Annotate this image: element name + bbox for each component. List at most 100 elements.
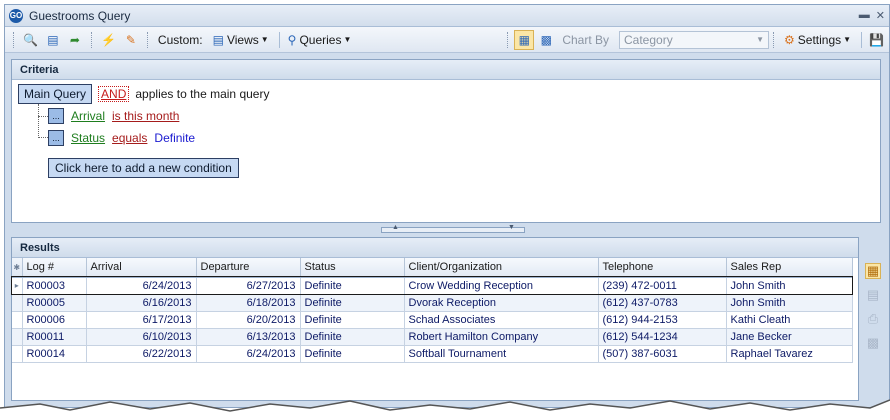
cell-log[interactable]: R00006 <box>22 311 87 329</box>
export-grid-icon[interactable]: ▩ <box>865 335 881 351</box>
column-header[interactable]: Client/Organization <box>404 258 599 278</box>
condition-menu-button[interactable]: ... <box>48 108 64 124</box>
cell-telephone[interactable]: (239) 472-0011 <box>598 277 727 295</box>
cell-telephone[interactable]: (612) 544-1234 <box>598 328 727 346</box>
column-header[interactable]: Status <box>300 258 405 278</box>
condition-value-link[interactable]: Definite <box>154 131 195 145</box>
cell-sales-rep[interactable]: John Smith <box>726 294 853 312</box>
print-preview-icon[interactable]: 🔍 <box>20 30 41 50</box>
cell-status[interactable]: Definite <box>300 345 405 363</box>
row-selector[interactable] <box>12 294 23 312</box>
window-title: Guestrooms Query <box>29 8 131 23</box>
collapse-up-icon[interactable]: ▲ <box>392 224 399 231</box>
and-operator-link[interactable]: AND <box>98 86 130 102</box>
panel-splitter[interactable]: ▲ ▼ <box>381 224 525 233</box>
title-bar: GO Guestrooms Query ▬ ✕ <box>5 5 889 27</box>
table-row[interactable]: R00011 6/10/2013 6/13/2013 Definite Robe… <box>12 328 853 346</box>
main-query-button[interactable]: Main Query <box>18 84 93 104</box>
cell-departure[interactable]: 6/27/2013 <box>196 277 301 295</box>
lightning-icon[interactable]: ⚡ <box>98 30 119 50</box>
cell-client[interactable]: Crow Wedding Reception <box>404 277 599 295</box>
table-row[interactable]: ▸ R00003 6/24/2013 6/27/2013 Definite Cr… <box>11 276 853 295</box>
table-row[interactable]: R00006 6/17/2013 6/20/2013 Definite Scha… <box>12 311 853 329</box>
cell-sales-rep[interactable]: John Smith <box>726 277 853 295</box>
toolbar-grip <box>90 31 94 48</box>
condition-field-link[interactable]: Arrival <box>71 109 105 123</box>
eraser-icon[interactable]: ✎ <box>121 30 141 50</box>
cell-arrival[interactable]: 6/24/2013 <box>86 277 197 295</box>
condition-operator-link[interactable]: is this month <box>112 109 179 123</box>
toolbar-grip <box>146 31 150 48</box>
row-selector[interactable] <box>12 345 23 363</box>
grid-layout-icon[interactable]: ▦ <box>865 263 881 279</box>
table-header-row: ✱ Log # Arrival Departure Status Client/… <box>12 258 853 278</box>
app-logo-icon: GO <box>9 8 23 23</box>
cell-status[interactable]: Definite <box>300 277 405 295</box>
cell-client[interactable]: Softball Tournament <box>404 345 599 363</box>
cell-departure[interactable]: 6/20/2013 <box>196 311 301 329</box>
settings-dropdown[interactable]: ⚙ Settings ▼ <box>780 30 855 50</box>
cell-status[interactable]: Definite <box>300 311 405 329</box>
chevron-down-icon: ▼ <box>260 35 269 44</box>
cell-status[interactable]: Definite <box>300 328 405 346</box>
cell-departure[interactable]: 6/24/2013 <box>196 345 301 363</box>
cell-sales-rep[interactable]: Kathi Cleath <box>726 311 853 329</box>
save-layout-icon[interactable]: 💾 <box>866 30 887 50</box>
cell-arrival[interactable]: 6/10/2013 <box>86 328 197 346</box>
refresh-arrow-icon[interactable]: ➦ <box>65 30 85 50</box>
row-selector[interactable]: ▸ <box>12 277 23 295</box>
results-grid: ✱ Log # Arrival Departure Status Client/… <box>11 258 858 400</box>
add-condition-button[interactable]: Click here to add a new condition <box>48 158 239 178</box>
toolbar-grip[interactable] <box>13 31 16 48</box>
column-header[interactable]: Log # <box>22 258 87 278</box>
minimize-icon[interactable]: ▬ <box>859 9 870 22</box>
chart-icon[interactable]: ▩ <box>536 30 556 50</box>
table-row[interactable]: R00005 6/16/2013 6/18/2013 Definite Dvor… <box>12 294 853 312</box>
cell-status[interactable]: Definite <box>300 294 405 312</box>
grid-view-icon[interactable]: ▦ <box>514 29 535 50</box>
cell-log[interactable]: R00014 <box>22 345 87 363</box>
views-label: Views <box>226 32 259 47</box>
row-selector-header[interactable]: ✱ <box>12 258 23 278</box>
toolbar-grip <box>507 31 510 48</box>
cell-telephone[interactable]: (612) 944-2153 <box>598 311 727 329</box>
views-dropdown[interactable]: ▤ Views ▼ <box>209 30 273 50</box>
cell-telephone[interactable]: (507) 387-6031 <box>598 345 727 363</box>
table-row[interactable]: R00014 6/22/2013 6/24/2013 Definite Soft… <box>12 345 853 363</box>
column-header[interactable]: Arrival <box>86 258 197 278</box>
collapse-down-icon[interactable]: ▼ <box>508 224 515 231</box>
cell-log[interactable]: R00003 <box>22 277 87 295</box>
criteria-header: Criteria <box>12 60 880 80</box>
column-header[interactable]: Departure <box>196 258 301 278</box>
chart-by-select[interactable]: Category ▼ <box>619 30 769 49</box>
print-icon[interactable]: ⎙ <box>865 311 881 327</box>
cell-departure[interactable]: 6/13/2013 <box>196 328 301 346</box>
cell-log[interactable]: R00011 <box>22 328 87 346</box>
cell-arrival[interactable]: 6/16/2013 <box>86 294 197 312</box>
row-selector[interactable] <box>12 311 23 329</box>
toolbar-grip <box>773 31 776 48</box>
column-header[interactable]: Sales Rep <box>726 258 853 278</box>
condition-row-status: ... Status equals Definite <box>48 130 195 146</box>
cell-client[interactable]: Robert Hamilton Company <box>404 328 599 346</box>
cell-arrival[interactable]: 6/22/2013 <box>86 345 197 363</box>
cell-log[interactable]: R00005 <box>22 294 87 312</box>
column-header[interactable]: Telephone <box>598 258 727 278</box>
condition-menu-button[interactable]: ... <box>48 130 64 146</box>
close-icon[interactable]: ✕ <box>876 9 885 22</box>
cell-sales-rep[interactable]: Raphael Tavarez <box>726 345 853 363</box>
cell-client[interactable]: Dvorak Reception <box>404 294 599 312</box>
queries-dropdown[interactable]: ⚲ Queries ▼ <box>284 30 356 50</box>
condition-row-arrival: ... Arrival is this month <box>48 108 179 124</box>
export-icon[interactable]: ▤ <box>43 30 63 50</box>
cell-client[interactable]: Schad Associates <box>404 311 599 329</box>
grid-tools: ▦ ▤ ⎙ ▩ <box>865 263 881 351</box>
list-icon[interactable]: ▤ <box>865 287 881 303</box>
cell-sales-rep[interactable]: Jane Becker <box>726 328 853 346</box>
condition-operator-link[interactable]: equals <box>112 131 147 145</box>
cell-departure[interactable]: 6/18/2013 <box>196 294 301 312</box>
row-selector[interactable] <box>12 328 23 346</box>
condition-field-link[interactable]: Status <box>71 131 105 145</box>
cell-telephone[interactable]: (612) 437-0783 <box>598 294 727 312</box>
cell-arrival[interactable]: 6/17/2013 <box>86 311 197 329</box>
